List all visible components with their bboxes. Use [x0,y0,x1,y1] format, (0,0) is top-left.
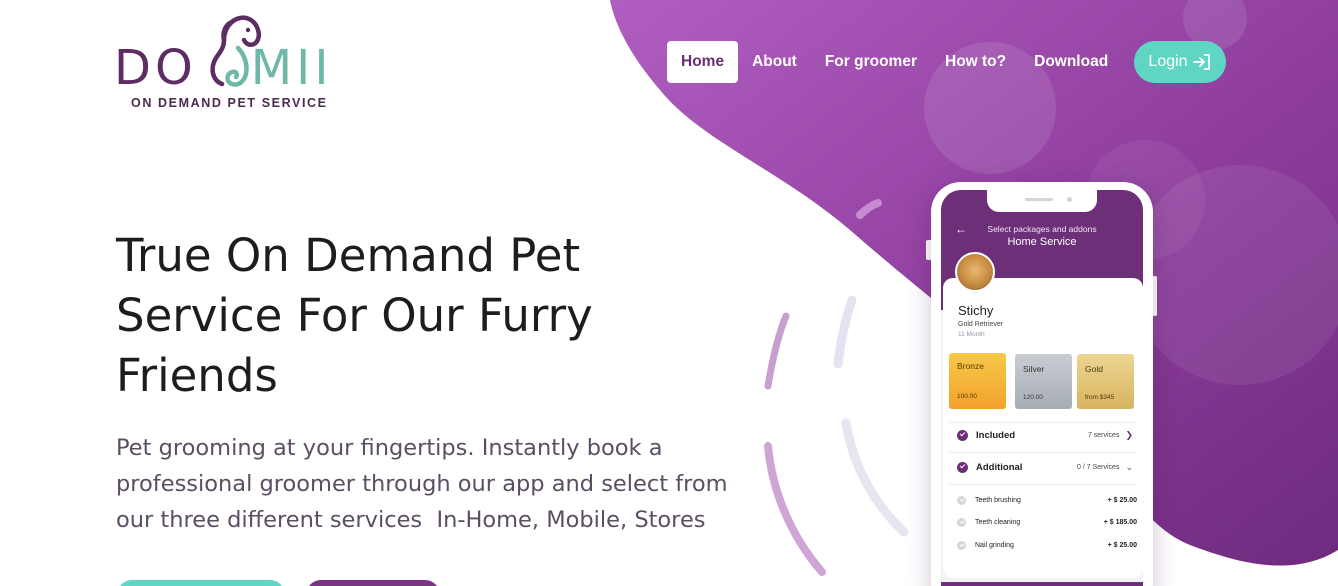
check-icon [957,496,966,505]
login-label: Login [1148,53,1188,70]
check-icon [957,541,966,550]
dogmii-logo[interactable]: DO MII ON DEMAND PET SERVICE [114,14,374,114]
included-row[interactable]: Included 7 services ❯ [957,430,1133,441]
hero-subtitle-line3: our three different services In-Home, Mo… [116,507,706,533]
divider [949,484,1137,485]
service-item[interactable]: Teeth brushing + $ 25.00 [957,496,1137,505]
included-label: Included [976,430,1016,441]
package-price: from $345 [1085,394,1115,401]
login-button[interactable]: Login [1134,41,1226,83]
package-name: Silver [1023,364,1045,374]
chevron-down-icon: ⌄ [1125,462,1133,472]
divider [949,452,1137,453]
included-count: 7 services [1087,432,1120,439]
nav-item-home[interactable]: Home [667,41,739,83]
service-name: Nail grinding [975,542,1014,549]
hero-title-line3: Friends [116,349,278,402]
additional-count: 0 / 7 Services [1077,464,1120,471]
pet-name: Stichy [958,303,994,318]
phone-heading: Home Service [1007,236,1077,248]
service-item[interactable]: Nail grinding + $ 25.00 [957,541,1137,550]
nav-item-download[interactable]: Download [1020,41,1122,83]
main-nav: Home About For groomer How to? Download [667,41,1122,83]
secondary-cta-button[interactable] [306,580,440,586]
hero-subtitle-line2: professional groomer through our app and… [116,471,728,497]
phone-caption: Select packages and addons [987,224,1097,234]
package-gold[interactable]: Gold from $345 [1077,354,1134,409]
additional-label: Additional [976,462,1023,473]
check-icon [957,462,968,473]
nav-item-how-to[interactable]: How to? [931,41,1020,83]
phone-camera [1067,197,1072,202]
service-price: + $ 185.00 [1103,519,1137,526]
check-icon [957,430,968,441]
service-name: Teeth cleaning [975,519,1021,526]
dog-icon [210,15,262,87]
hero-title-line1: True On Demand Pet [116,229,581,282]
package-name: Gold [1085,364,1103,374]
package-bronze[interactable]: Bronze 100.00 [949,353,1006,409]
primary-cta-button[interactable] [117,580,285,586]
logo-wordmark-left: DO [114,40,197,96]
service-name: Teeth brushing [975,497,1021,504]
hero-subtitle-line1: Pet grooming at your fingertips. Instant… [116,435,663,461]
additional-row[interactable]: Additional 0 / 7 Services ⌄ [957,462,1133,473]
nav-item-for-groomer[interactable]: For groomer [811,41,931,83]
hero-subtitle: Pet grooming at your fingertips. Instant… [116,430,756,538]
pet-age: 11 Month [958,331,985,338]
phone-mockup: ← Select packages and addons Home Servic… [931,182,1153,586]
divider [949,422,1137,423]
nav-item-about[interactable]: About [738,41,811,83]
logo-tagline: ON DEMAND PET SERVICE [131,96,328,110]
pet-avatar [955,252,995,292]
package-name: Bronze [957,361,984,371]
login-icon [1192,54,1210,70]
phone-speaker [1025,198,1053,201]
hero-title: True On Demand Pet Service For Our Furry… [116,226,676,406]
package-silver[interactable]: Silver 120.00 [1015,354,1072,409]
phone-screen: ← Select packages and addons Home Servic… [941,190,1143,586]
hero-title-line2: Service For Our Furry [116,289,593,342]
phone-notch [987,190,1097,212]
chevron-right-icon: ❯ [1125,430,1133,440]
package-price: 100.00 [957,393,977,400]
phone-footer [941,582,1143,586]
service-item[interactable]: Teeth cleaning + $ 185.00 [957,518,1137,527]
pet-breed: Gold Retriever [958,321,1004,328]
check-icon [957,518,966,527]
service-price: + $ 25.00 [1107,497,1137,504]
package-price: 120.00 [1023,394,1043,401]
service-price: + $ 25.00 [1107,542,1137,549]
